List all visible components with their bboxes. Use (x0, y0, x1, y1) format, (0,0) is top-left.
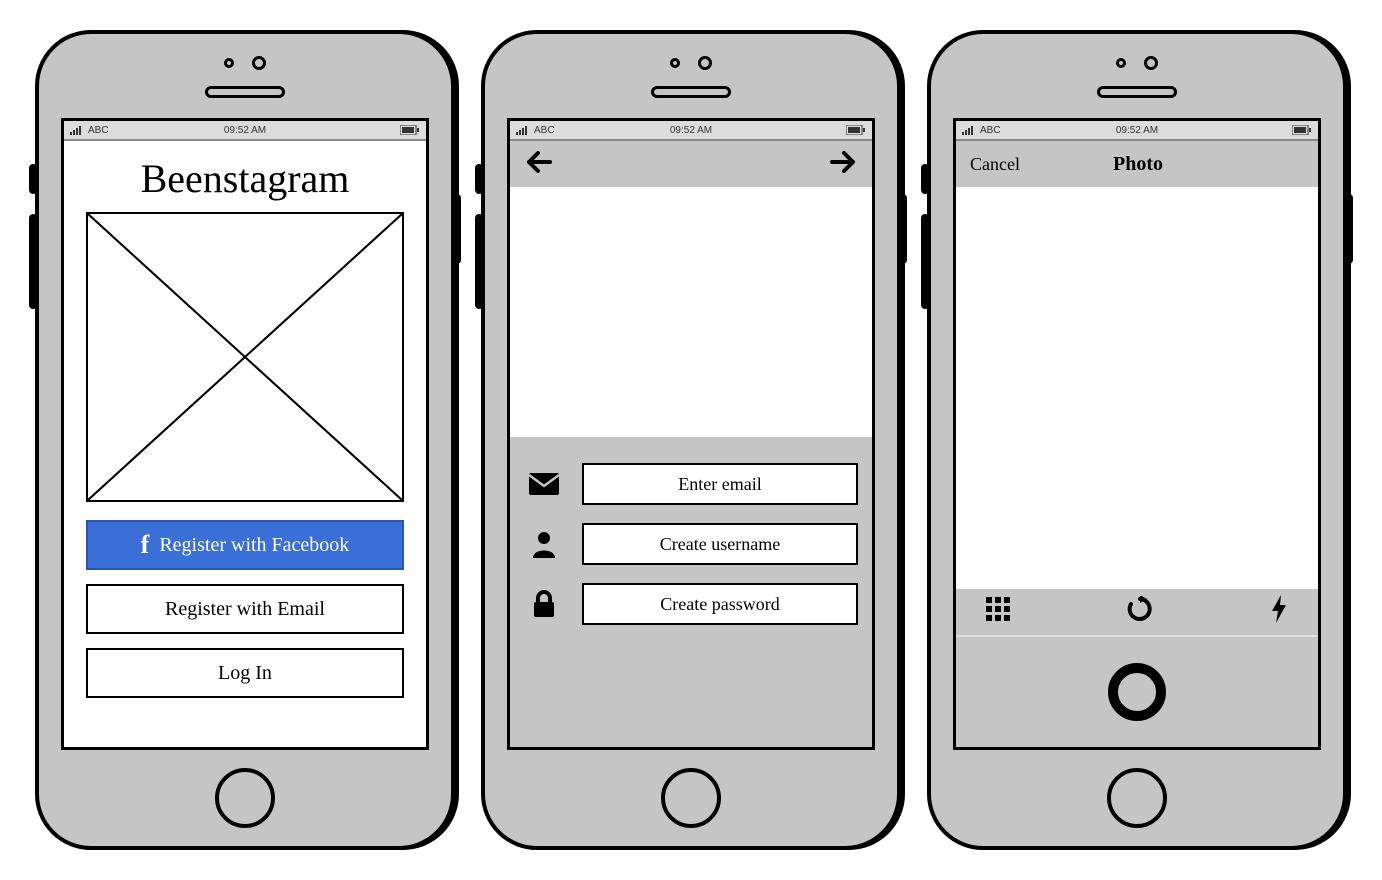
signal-icon (962, 125, 976, 135)
email-row (524, 463, 858, 505)
username-row (524, 523, 858, 565)
login-label: Log In (218, 662, 272, 685)
power-button (899, 194, 907, 264)
phone-frame-welcome: ABC 09:52 AM Beenstagram f Register with… (35, 30, 455, 850)
phone-frame-signup: ABC 09:52 AM (481, 30, 901, 850)
login-button[interactable]: Log In (86, 648, 404, 698)
user-icon (524, 530, 564, 558)
facebook-icon: f (141, 530, 150, 560)
password-row (524, 583, 858, 625)
register-facebook-button[interactable]: f Register with Facebook (86, 520, 404, 570)
status-bar: ABC 09:52 AM (510, 121, 872, 141)
screen-welcome: ABC 09:52 AM Beenstagram f Register with… (61, 118, 429, 750)
home-button[interactable] (661, 768, 721, 828)
battery-icon (846, 125, 866, 135)
sensor-cluster (39, 56, 451, 70)
battery-icon (1292, 125, 1312, 135)
flash-icon[interactable] (1270, 595, 1288, 630)
battery-icon (400, 125, 420, 135)
camera-viewfinder (956, 187, 1318, 589)
status-time: 09:52 AM (224, 125, 266, 136)
power-button (1345, 194, 1353, 264)
hero-image-placeholder (86, 212, 404, 502)
screen-camera: ABC 09:52 AM Cancel Photo (953, 118, 1321, 750)
screen-signup: ABC 09:52 AM (507, 118, 875, 750)
envelope-icon (524, 473, 564, 495)
camera-tool-row (956, 589, 1318, 637)
speaker-grille (205, 86, 285, 98)
rotate-icon[interactable] (1127, 596, 1153, 629)
signal-icon (516, 125, 530, 135)
signup-form (510, 437, 872, 747)
camera-top-bar: Cancel Photo (956, 141, 1318, 187)
sensor-cluster (485, 56, 897, 70)
password-input[interactable] (582, 583, 858, 625)
status-bar: ABC 09:52 AM (956, 121, 1318, 141)
grid-icon[interactable] (986, 597, 1010, 628)
home-button[interactable] (1107, 768, 1167, 828)
home-button[interactable] (215, 768, 275, 828)
back-arrow-icon[interactable] (526, 147, 552, 181)
username-input[interactable] (582, 523, 858, 565)
carrier-label: ABC (980, 125, 1001, 136)
shutter-row (956, 637, 1318, 747)
lock-icon (524, 590, 564, 618)
status-time: 09:52 AM (670, 125, 712, 136)
status-time: 09:52 AM (1116, 125, 1158, 136)
phone-frame-camera: ABC 09:52 AM Cancel Photo (927, 30, 1347, 850)
status-bar: ABC 09:52 AM (64, 121, 426, 141)
shutter-button[interactable] (1108, 663, 1166, 721)
cancel-button[interactable]: Cancel (970, 154, 1020, 175)
register-email-button[interactable]: Register with Email (86, 584, 404, 634)
speaker-grille (651, 86, 731, 98)
preview-area (510, 187, 872, 437)
speaker-grille (1097, 86, 1177, 98)
register-facebook-label: Register with Facebook (159, 534, 349, 557)
carrier-label: ABC (88, 125, 109, 136)
nav-bar (510, 141, 872, 187)
forward-arrow-icon[interactable] (830, 147, 856, 181)
signal-icon (70, 125, 84, 135)
app-title: Beenstagram (64, 155, 426, 202)
carrier-label: ABC (534, 125, 555, 136)
power-button (453, 194, 461, 264)
screen-title: Photo (1020, 153, 1256, 176)
sensor-cluster (931, 56, 1343, 70)
register-email-label: Register with Email (165, 598, 325, 621)
email-input[interactable] (582, 463, 858, 505)
